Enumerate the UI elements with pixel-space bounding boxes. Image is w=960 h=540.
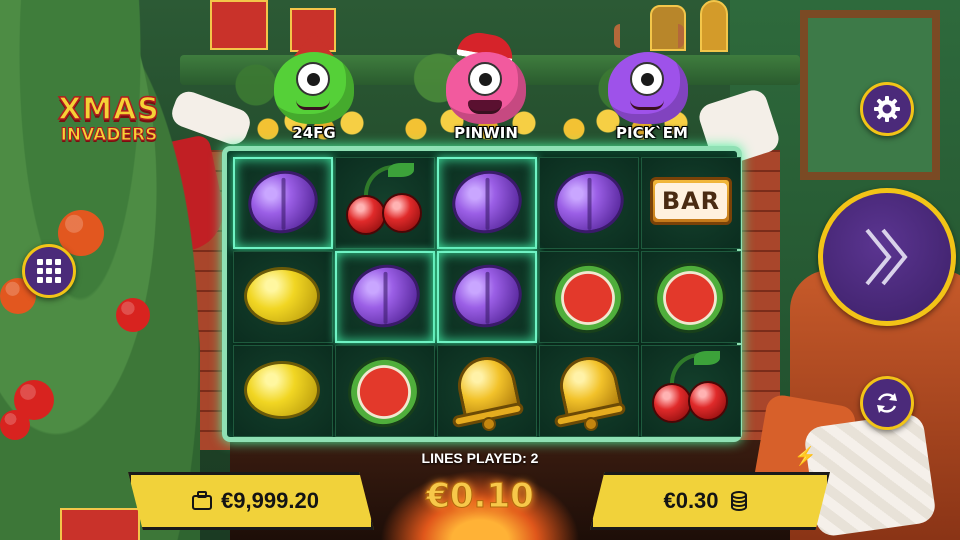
cherry-symbol xyxy=(342,163,428,243)
refresh-icon xyxy=(877,393,897,413)
settings-button[interactable] xyxy=(860,82,914,136)
bell-symbol xyxy=(546,351,632,431)
reel-cell xyxy=(233,251,333,343)
monster-eye xyxy=(468,62,502,96)
balance-value: €9,999.20 xyxy=(221,488,319,513)
double-chevron-icon xyxy=(865,228,908,286)
gear-icon xyxy=(874,96,900,122)
monster-eye xyxy=(630,62,664,96)
bell-symbol xyxy=(444,351,530,431)
reel-cell xyxy=(437,157,537,249)
win-display: €0.30 xyxy=(590,472,830,530)
feature-label-24fg: 24FG xyxy=(292,124,336,142)
plum-symbol xyxy=(240,162,326,243)
reel-cell xyxy=(641,251,741,344)
game-logo: XMAS INVADERS xyxy=(44,92,174,145)
reel-cell xyxy=(437,251,537,343)
watermelon-symbol xyxy=(542,252,634,344)
autoplay-button[interactable] xyxy=(860,376,914,430)
feature-label-pinwin: PINWIN xyxy=(454,124,518,142)
feature-label-pickem: PICK`EM xyxy=(616,124,688,142)
bar-symbol-text: BAR xyxy=(655,183,727,219)
watermelon-symbol xyxy=(338,346,430,438)
spin-button[interactable] xyxy=(818,188,956,326)
reel-grid: BAR xyxy=(233,157,741,438)
plum-symbol xyxy=(342,256,428,337)
cherry-symbol xyxy=(648,351,734,431)
plum-symbol xyxy=(444,256,530,337)
lemon-symbol xyxy=(240,257,326,337)
lightning-icon[interactable]: ⚡ xyxy=(794,445,816,467)
ornament xyxy=(116,298,150,332)
bottom-bar: LINES PLAYED: 2 €9,999.20 €0.10 €0.30 ⚡ xyxy=(0,440,960,540)
brass-vase xyxy=(700,0,728,52)
monster-eye xyxy=(296,62,330,96)
reel-cell xyxy=(335,345,435,438)
reel-cell xyxy=(335,157,435,249)
logo-line-2: INVADERS xyxy=(60,125,158,145)
briefcase-icon xyxy=(192,491,213,510)
reel-cell xyxy=(233,345,333,437)
reel-cell xyxy=(539,251,639,344)
reindeer-antlers xyxy=(614,24,684,48)
ornament xyxy=(0,410,30,440)
reel-cell: BAR xyxy=(641,157,741,249)
menu-button[interactable] xyxy=(22,244,76,298)
balance-display[interactable]: €9,999.20 xyxy=(128,472,374,530)
reel-cell xyxy=(437,345,537,437)
win-value: €0.30 xyxy=(663,488,719,513)
reel-cell xyxy=(539,157,639,249)
reel-cell xyxy=(539,345,639,437)
monster-mouth xyxy=(296,100,330,110)
gift-box xyxy=(210,0,268,50)
bet-amount[interactable]: €0.10 xyxy=(384,476,576,517)
purple-monster-pickem xyxy=(600,24,696,124)
green-monster-24fg xyxy=(266,32,362,124)
reel-cell xyxy=(233,157,333,249)
pink-monster-pinwin xyxy=(438,29,534,124)
bar-symbol: BAR xyxy=(648,163,734,243)
grid-icon xyxy=(37,259,61,283)
plum-symbol xyxy=(444,162,530,243)
monster-mouth xyxy=(630,100,664,110)
reel-cell xyxy=(335,251,435,343)
reel-cell xyxy=(641,345,741,437)
coins-icon xyxy=(730,491,747,511)
reel-area: BAR xyxy=(222,146,742,442)
monster-mouth xyxy=(468,100,502,114)
plum-symbol xyxy=(546,162,632,243)
logo-line-1: XMAS xyxy=(57,92,160,127)
lemon-symbol xyxy=(240,351,326,431)
watermelon-symbol xyxy=(644,252,736,344)
